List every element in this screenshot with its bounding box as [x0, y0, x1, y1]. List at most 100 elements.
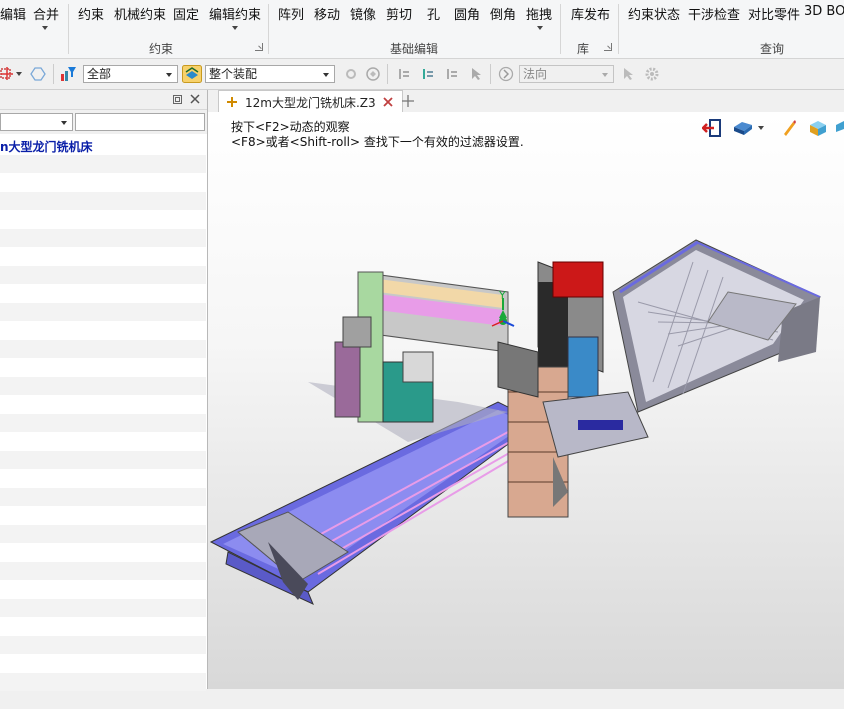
tree-row[interactable] — [0, 173, 206, 191]
pick-filter-icon[interactable] — [0, 66, 16, 82]
panel-header — [0, 90, 207, 110]
ribbon-library-publish-button[interactable]: 库发布 — [571, 4, 610, 23]
right-worktable — [612, 239, 821, 413]
group-label-library: 库 — [577, 42, 590, 56]
ribbon-3d-bom-button[interactable]: 3D BOM — [804, 4, 844, 19]
tree-row[interactable] — [0, 432, 206, 450]
ribbon-edit-button[interactable]: 编辑 — [0, 4, 26, 23]
document-tab-title: 12m大型龙门铣机床.Z3 — [245, 96, 376, 110]
ribbon-mirror-button[interactable]: 镜像 — [350, 4, 376, 23]
ribbon-hole-button[interactable]: 孔 — [427, 4, 440, 23]
tree-row[interactable] — [0, 469, 206, 487]
tree-row[interactable] — [0, 247, 206, 265]
tree-row[interactable] — [0, 450, 206, 469]
panel-close-icon[interactable] — [190, 94, 200, 104]
hexagon-select-icon[interactable] — [30, 66, 46, 82]
toolbar-separator — [53, 64, 54, 84]
filter-icon[interactable] — [60, 66, 76, 82]
tree-row[interactable] — [0, 580, 206, 598]
direction-combo[interactable]: 法向 — [519, 65, 614, 83]
pick-filter-dropdown-icon[interactable] — [16, 72, 22, 76]
ribbon-cut-button[interactable]: 剪切 — [386, 4, 412, 23]
group-label-constraint: 约束 — [149, 42, 174, 56]
ribbon-constraint-status-button[interactable]: 约束状态 — [628, 4, 680, 23]
tree-filter-combo[interactable] — [0, 113, 73, 131]
drag-dropdown-icon[interactable] — [537, 26, 543, 30]
ribbon-fix-button[interactable]: 固定 — [173, 4, 199, 23]
select-component-icon[interactable] — [420, 66, 436, 82]
group-label-query: 查询 — [760, 42, 785, 56]
ribbon-pattern-button[interactable]: 阵列 — [278, 4, 304, 23]
chevron-down-icon — [323, 73, 329, 77]
ribbon-fillet-button[interactable]: 圆角 — [454, 4, 480, 23]
merge-dropdown-icon[interactable] — [42, 26, 48, 30]
tree-row[interactable] — [0, 524, 206, 543]
tree-row[interactable] — [0, 395, 206, 413]
tree-row[interactable] — [0, 598, 206, 617]
tree-row[interactable] — [0, 265, 206, 284]
tree-row[interactable] — [0, 691, 206, 709]
disabled-options-icon[interactable] — [644, 66, 660, 82]
ribbon-drag-button[interactable]: 拖拽 — [526, 4, 552, 23]
chevron-down-icon — [166, 73, 172, 77]
group-separator — [68, 4, 69, 54]
tree-row[interactable] — [0, 321, 206, 339]
tree-row[interactable] — [0, 487, 206, 506]
group-separator — [618, 4, 619, 54]
pick-cursor-icon[interactable] — [468, 66, 484, 82]
disabled-settings-icon[interactable] — [365, 66, 381, 82]
tree-row[interactable] — [0, 302, 206, 321]
chevron-down-icon — [602, 73, 608, 77]
ribbon-mechanical-constraint-button[interactable]: 机械约束 — [114, 4, 166, 23]
tree-row[interactable] — [0, 413, 206, 432]
ribbon-interference-check-button[interactable]: 干涉检查 — [688, 4, 740, 23]
group-label-basic-edit: 基础编辑 — [390, 42, 439, 56]
tree-row[interactable] — [0, 654, 206, 672]
3d-viewport[interactable]: 按下<F2>动态的观察 <F8>或者<Shift-roll> 查找下一个有效的过… — [208, 112, 844, 689]
tree-row[interactable] — [0, 339, 206, 358]
tree-row[interactable] — [0, 672, 206, 691]
assembly-select-icon[interactable] — [182, 65, 202, 83]
group-launcher-icon[interactable] — [604, 43, 612, 51]
ribbon-constraint-button[interactable]: 约束 — [78, 4, 104, 23]
filter-combo[interactable]: 全部 — [83, 65, 178, 83]
tree-row[interactable] — [0, 561, 206, 580]
select-next-icon[interactable] — [444, 66, 460, 82]
tree-row[interactable] — [0, 210, 206, 228]
ribbon-edit-constraint-button[interactable]: 编辑约束 — [209, 4, 261, 23]
assembly-scope-combo[interactable]: 整个装配 — [205, 65, 335, 83]
tree-row[interactable] — [0, 543, 206, 561]
tree-search-input[interactable] — [75, 113, 205, 131]
tree-row[interactable] — [0, 284, 206, 302]
disabled-gear-icon[interactable] — [343, 66, 359, 82]
tab-close-icon[interactable] — [383, 97, 393, 107]
ribbon-chamfer-button[interactable]: 倒角 — [490, 4, 516, 23]
tree-row[interactable] — [0, 154, 206, 173]
edit-constraint-dropdown-icon[interactable] — [232, 26, 238, 30]
assembly-tree-panel: n大型龙门铣机床 — [0, 90, 208, 691]
tree-row[interactable] — [0, 617, 206, 635]
tab-pin-plus-icon — [227, 97, 237, 107]
filter-combo-value: 全部 — [87, 67, 112, 81]
ribbon-merge-button[interactable]: 合并 — [33, 4, 59, 23]
new-tab-plus-icon[interactable] — [402, 95, 414, 107]
assembly-scope-value: 整个装配 — [209, 67, 258, 81]
tree-row[interactable] — [0, 635, 206, 654]
disabled-pick-icon[interactable] — [620, 66, 636, 82]
ribbon-compare-parts-button[interactable]: 对比零件 — [748, 4, 800, 23]
direction-icon[interactable] — [498, 66, 514, 82]
panel-restore-icon[interactable] — [173, 95, 182, 104]
tree-row[interactable] — [0, 228, 206, 247]
group-launcher-icon[interactable] — [255, 43, 263, 51]
tree-row[interactable] — [0, 191, 206, 210]
tree-row-root[interactable]: n大型龙门铣机床 — [0, 136, 206, 154]
tree-row[interactable] — [0, 506, 206, 524]
toolbar: 全部 整个装配 法向 — [0, 59, 844, 90]
document-tab[interactable]: 12m大型龙门铣机床.Z3 — [218, 90, 403, 112]
tree-row[interactable] — [0, 376, 206, 395]
ribbon-move-button[interactable]: 移动 — [314, 4, 340, 23]
select-prev-icon[interactable] — [396, 66, 412, 82]
toolbar-separator — [387, 64, 388, 84]
tree-row[interactable] — [0, 358, 206, 376]
machine-model-render: Y — [209, 239, 821, 605]
